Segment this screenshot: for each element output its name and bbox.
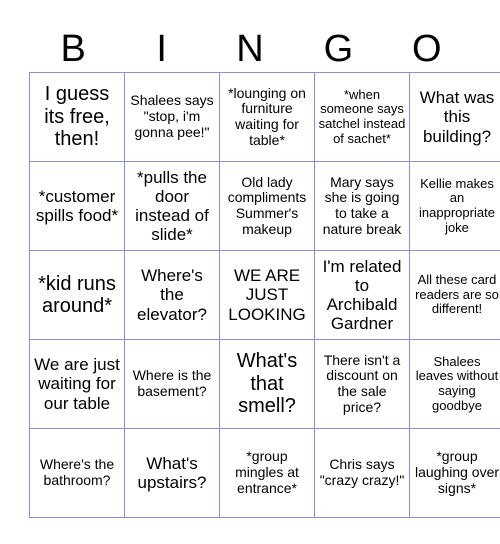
bingo-cell[interactable]: Shalees says "stop, i'm gonna pee!": [124, 72, 220, 162]
bingo-header: B I N G O: [29, 26, 471, 72]
bingo-cell[interactable]: We are just waiting for our table: [29, 339, 125, 429]
header-letter-o: O: [412, 28, 442, 70]
bingo-cell[interactable]: Where is the basement?: [124, 339, 220, 429]
bingo-card: I guess its free, then! Shalees says "st…: [29, 72, 500, 518]
bingo-cell[interactable]: *lounging on furniture waiting for table…: [219, 72, 315, 162]
bingo-cell[interactable]: Old lady compliments Summer's makeup: [219, 161, 315, 251]
bingo-row: *customer spills food* *pulls the door i…: [29, 161, 500, 251]
bingo-cell[interactable]: What was this building?: [409, 72, 500, 162]
bingo-cell[interactable]: *pulls the door instead of slide*: [124, 161, 220, 251]
bingo-cell[interactable]: *when someone says satchel instead of sa…: [314, 72, 410, 162]
bingo-cell[interactable]: *group mingles at entrance*: [219, 428, 315, 518]
bingo-cell free-space[interactable]: WE ARE JUST LOOKING: [219, 250, 315, 340]
bingo-cell[interactable]: Kellie makes an inappropriate joke: [409, 161, 500, 251]
bingo-cell[interactable]: Shalees leaves without saying goodbye: [409, 339, 500, 429]
bingo-row: I guess its free, then! Shalees says "st…: [29, 72, 500, 162]
bingo-cell[interactable]: Mary says she is going to take a nature …: [314, 161, 410, 251]
bingo-row: *kid runs around* Where's the elevator? …: [29, 250, 500, 340]
bingo-cell[interactable]: I guess its free, then!: [29, 72, 125, 162]
bingo-cell[interactable]: *group laughing over signs*: [409, 428, 500, 518]
bingo-cell[interactable]: All these card readers are so different!: [409, 250, 500, 340]
header-letter-n: N: [236, 28, 264, 70]
bingo-cell[interactable]: *kid runs around*: [29, 250, 125, 340]
bingo-cell[interactable]: Where's the elevator?: [124, 250, 220, 340]
bingo-row: We are just waiting for our table Where …: [29, 339, 500, 429]
bingo-cell[interactable]: What's that smell?: [219, 339, 315, 429]
bingo-cell[interactable]: *customer spills food*: [29, 161, 125, 251]
bingo-cell[interactable]: There isn't a discount on the sale price…: [314, 339, 410, 429]
bingo-cell[interactable]: Where's the bathroom?: [29, 428, 125, 518]
header-letter-g: G: [323, 28, 354, 70]
bingo-cell[interactable]: What's upstairs?: [124, 428, 220, 518]
header-letter-i: I: [156, 28, 167, 70]
bingo-row: Where's the bathroom? What's upstairs? *…: [29, 428, 500, 518]
bingo-cell[interactable]: I'm related to Archibald Gardner: [314, 250, 410, 340]
header-letter-b: B: [60, 28, 86, 70]
bingo-cell[interactable]: Chris says "crazy crazy!": [314, 428, 410, 518]
